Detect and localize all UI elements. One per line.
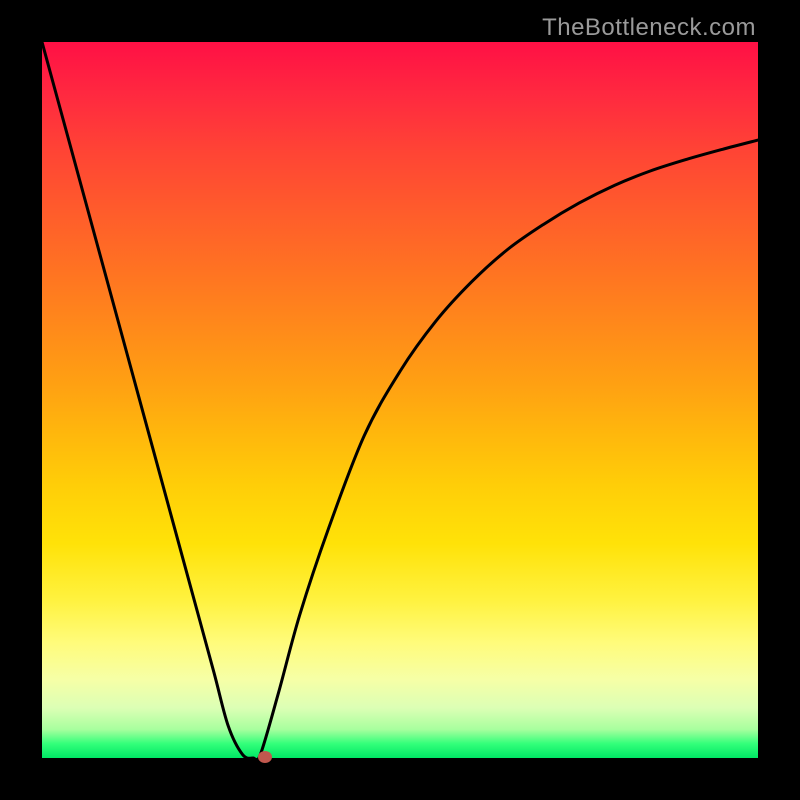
minimum-marker: [258, 751, 272, 763]
curve-svg: [42, 42, 758, 758]
plot-area: [42, 42, 758, 758]
chart-frame: TheBottleneck.com: [0, 0, 800, 800]
watermark-text: TheBottleneck.com: [542, 14, 756, 42]
bottleneck-curve: [42, 42, 758, 760]
